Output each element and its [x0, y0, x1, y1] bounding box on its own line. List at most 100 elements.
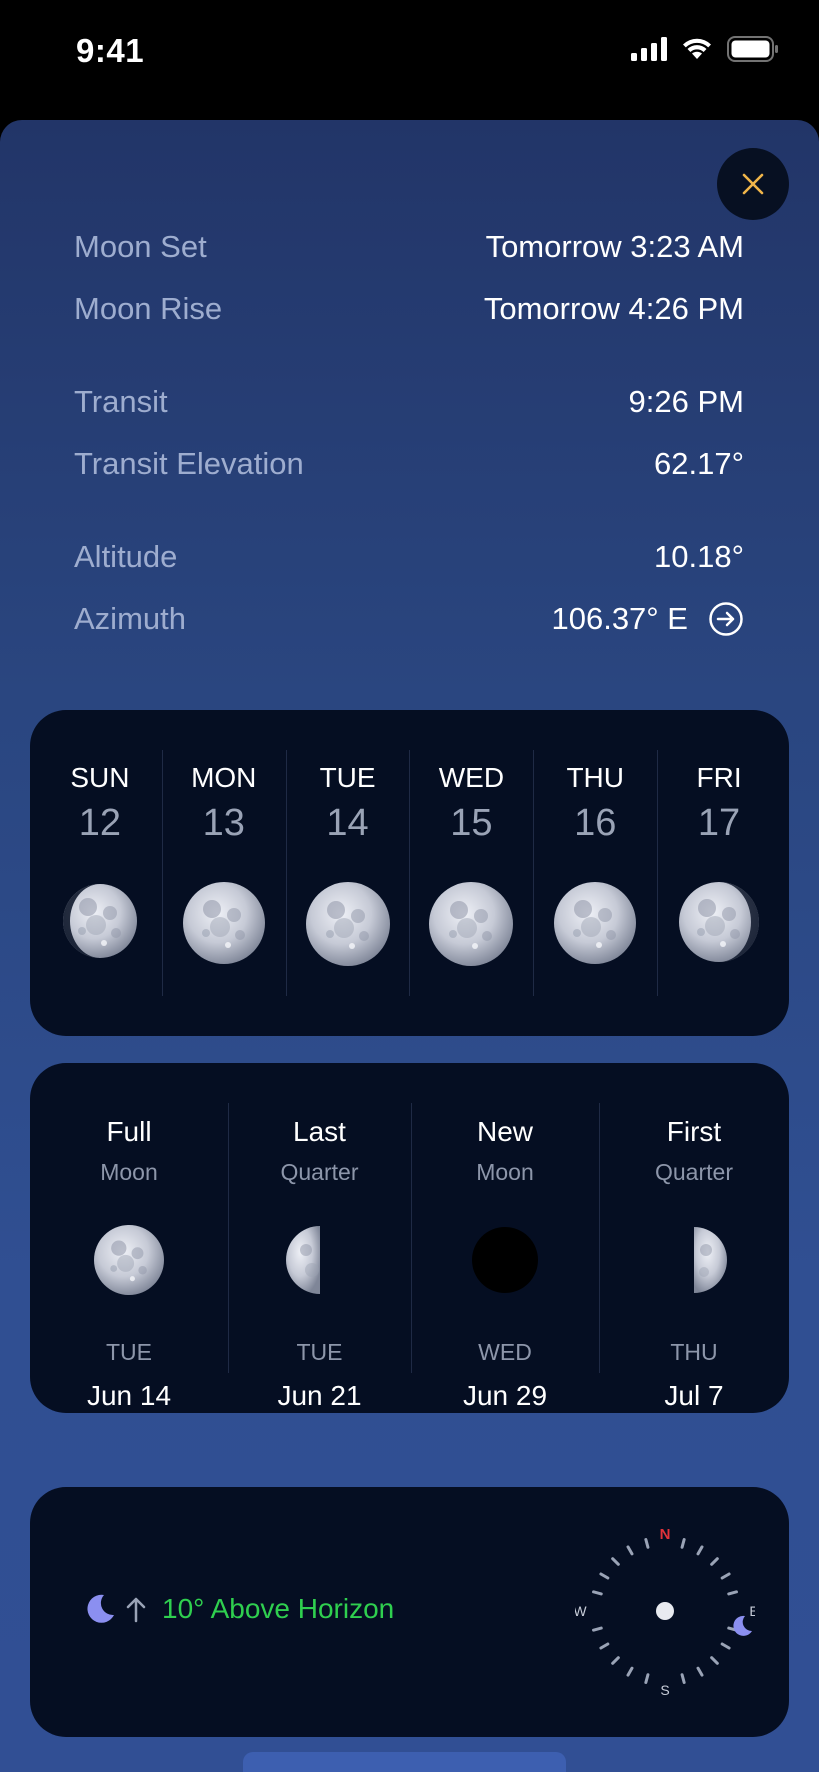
azimuth-value: 106.37° E: [551, 601, 688, 636]
transit-elevation-value: 62.17°: [654, 446, 744, 481]
phase-name: Last: [293, 1116, 346, 1147]
compass-tick: [727, 1590, 738, 1596]
phase-column[interactable]: Full Moon TUE Jun 14: [30, 1063, 228, 1413]
new-moon-icon: [472, 1227, 538, 1293]
compass-tick: [626, 1545, 634, 1556]
close-icon: [742, 173, 764, 195]
compass-north-label: N: [660, 1526, 671, 1543]
day-column[interactable]: MON 13: [161, 710, 286, 1036]
phase-weekday: TUE: [296, 1339, 343, 1365]
azimuth-label: Azimuth: [74, 601, 186, 636]
phase-column[interactable]: First Quarter THU Jul 7: [599, 1063, 789, 1413]
compass-tick: [720, 1642, 731, 1650]
moon-phases-card: Full Moon TUE Jun 14 Last Quarter TUE Ju…: [30, 1063, 789, 1413]
transit-elevation-row: Transit Elevation 62.17°: [74, 433, 744, 495]
waning-gibbous-moon-icon: [554, 882, 637, 964]
phase-name: First: [666, 1116, 722, 1147]
compass-moon-marker-icon: [733, 1615, 752, 1636]
cellular-signal-icon: [631, 37, 667, 61]
day-column[interactable]: FRI 17: [657, 710, 781, 1036]
compass-tick: [696, 1666, 704, 1677]
moon-set-label: Moon Set: [74, 229, 207, 264]
first-quarter-moon-icon: [694, 1227, 727, 1293]
waxing-gibbous-moon-icon: [182, 882, 265, 964]
phase-column[interactable]: Last Quarter TUE Jun 21: [228, 1063, 411, 1413]
day-column[interactable]: WED 15: [409, 710, 533, 1036]
full-moon-icon: [429, 882, 514, 966]
compass-tick: [710, 1656, 719, 1665]
compass-south-label: S: [660, 1682, 669, 1698]
day-number: 14: [326, 802, 369, 844]
last-quarter-moon-icon: [285, 1226, 320, 1294]
waning-gibbous-moon-icon: [679, 882, 760, 962]
compass-tick: [599, 1572, 610, 1580]
transit-value: 9:26 PM: [628, 384, 744, 419]
compass-tick: [592, 1626, 603, 1632]
moon-crescent-icon: [87, 1594, 114, 1623]
phase-subtitle: Quarter: [655, 1159, 733, 1185]
compass-tick: [680, 1538, 686, 1549]
azimuth-arrow-icon[interactable]: [708, 601, 744, 637]
day-name: SUN: [70, 762, 130, 793]
compass-tick: [720, 1572, 731, 1580]
phase-date: Jun 21: [277, 1380, 362, 1411]
phase-column[interactable]: New Moon WED Jun 29: [411, 1063, 599, 1413]
moon-rise-row: Moon Rise Tomorrow 4:26 PM: [74, 278, 744, 340]
phase-date: Jun 14: [86, 1380, 172, 1411]
full-moon-icon: [94, 1225, 164, 1295]
moon-set-row: Moon Set Tomorrow 3:23 AM: [74, 216, 744, 278]
phase-name: Full: [106, 1116, 152, 1147]
compass-tick: [626, 1666, 634, 1677]
compass-center-dot: [656, 1602, 674, 1620]
day-number: 17: [697, 802, 741, 844]
azimuth-row: Azimuth 106.37° E: [74, 588, 744, 650]
arrow-up-icon: [126, 1597, 146, 1623]
phase-subtitle: Moon: [100, 1159, 158, 1185]
day-number: 15: [450, 802, 493, 844]
phase-subtitle: Moon: [476, 1159, 534, 1185]
horizon-card: 10° Above Horizon N E S W: [30, 1487, 789, 1737]
phase-date: Jul 7: [664, 1380, 724, 1411]
day-name: WED: [438, 762, 505, 793]
day-number: 13: [202, 802, 245, 844]
altitude-value: 10.18°: [654, 539, 744, 574]
day-column[interactable]: THU 16: [533, 710, 657, 1036]
day-number: 16: [574, 802, 617, 844]
transit-label: Transit: [74, 384, 168, 419]
transit-elevation-label: Transit Elevation: [74, 446, 304, 481]
phase-subtitle: Quarter: [280, 1159, 359, 1185]
phase-weekday: THU: [670, 1339, 718, 1365]
compass-tick: [680, 1673, 686, 1684]
moon-details-sheet: Moon Set Tomorrow 3:23 AM Moon Rise Tomo…: [0, 120, 819, 1772]
compass-west-label: W: [575, 1603, 587, 1619]
compass-tick: [592, 1590, 603, 1596]
compass-tick: [644, 1538, 650, 1549]
compass-dial[interactable]: N E S W: [575, 1520, 755, 1700]
status-bar: 9:41: [0, 0, 819, 110]
day-column[interactable]: TUE 14: [285, 710, 410, 1036]
battery-icon: [727, 36, 778, 62]
day-name: THU: [566, 762, 624, 793]
altitude-row: Altitude 10.18°: [74, 526, 744, 588]
waxing-gibbous-moon-icon: [62, 884, 137, 958]
day-column[interactable]: SUN 12: [38, 710, 162, 1036]
moon-set-value: Tomorrow 3:23 AM: [485, 229, 744, 264]
daily-moon-strip: SUN 12 MON 13 TUE 14 WED 15 THU 16 FRI 1…: [30, 710, 789, 1036]
compass-tick: [696, 1545, 704, 1556]
moon-rise-label: Moon Rise: [74, 291, 223, 326]
close-button[interactable]: [717, 148, 789, 220]
transit-row: Transit 9:26 PM: [74, 371, 744, 433]
home-indicator: [243, 1752, 566, 1772]
compass-tick: [611, 1656, 620, 1665]
phase-name: New: [476, 1116, 533, 1147]
compass-tick: [611, 1557, 620, 1566]
horizon-text: 10° Above Horizon: [162, 1593, 395, 1624]
compass-tick: [599, 1642, 610, 1650]
compass-tick: [644, 1673, 650, 1684]
day-name: FRI: [696, 762, 742, 793]
day-name: TUE: [319, 762, 376, 793]
status-icons: [631, 36, 779, 62]
altitude-label: Altitude: [74, 539, 178, 574]
moon-info-list: Moon Set Tomorrow 3:23 AM Moon Rise Tomo…: [74, 216, 744, 650]
full-moon-icon: [305, 882, 390, 966]
